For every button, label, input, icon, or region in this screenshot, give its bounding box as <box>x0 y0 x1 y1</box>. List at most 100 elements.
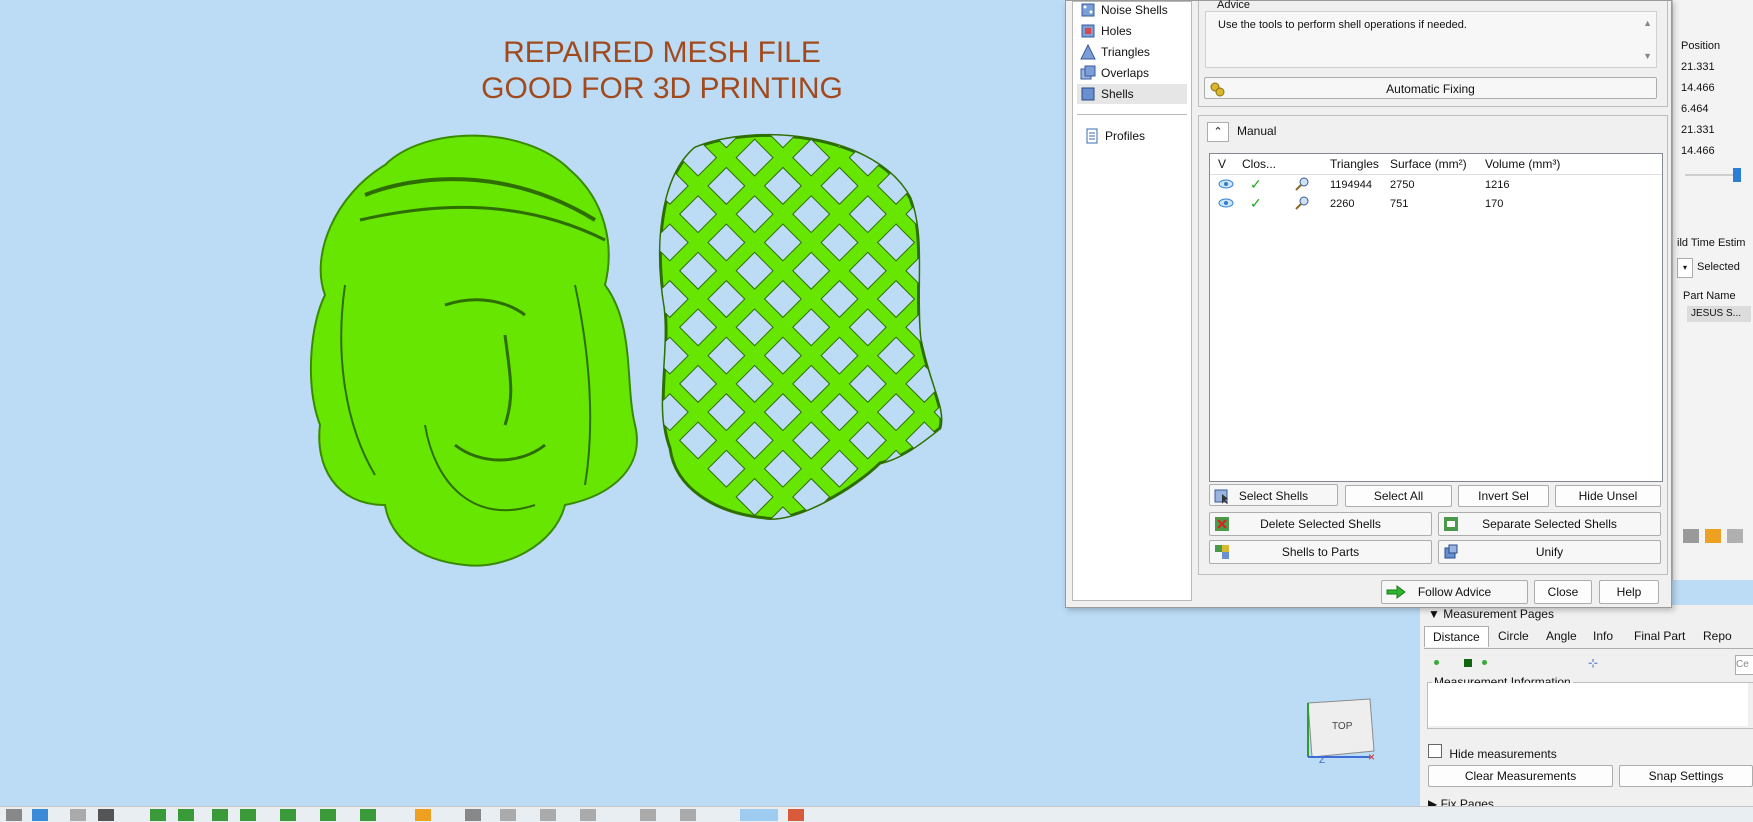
separate-selected-shells-button[interactable]: Separate Selected Shells <box>1438 512 1661 536</box>
tool-icon[interactable] <box>178 809 194 821</box>
nav-item-shells[interactable]: Shells <box>1077 84 1187 104</box>
position-value[interactable]: 21.331 <box>1681 61 1715 73</box>
axis-z-label: Z <box>1319 755 1326 766</box>
measurement-field[interactable]: Ce <box>1735 655 1753 675</box>
tool-icon[interactable] <box>70 809 86 821</box>
tool-icon[interactable] <box>212 809 228 821</box>
position-slider[interactable] <box>1685 174 1740 176</box>
tool-icon[interactable] <box>6 809 22 821</box>
volume-cell: 170 <box>1485 198 1504 210</box>
unify-button[interactable]: Unify <box>1438 540 1661 564</box>
nav-item-label: Noise Shells <box>1101 3 1168 17</box>
advice-text-box: Use the tools to perform shell operation… <box>1205 11 1657 68</box>
tab-angle[interactable]: Angle <box>1538 626 1585 646</box>
select-shells-icon <box>1214 489 1228 504</box>
point-icon[interactable] <box>1482 660 1487 665</box>
tab-distance[interactable]: Distance <box>1424 626 1489 647</box>
scroll-down-icon[interactable]: ▼ <box>1643 51 1652 61</box>
tool-icon[interactable] <box>150 809 166 821</box>
nav-item-label: Profiles <box>1105 129 1146 143</box>
viewport-title-line2: GOOD FOR 3D PRINTING <box>481 72 843 105</box>
delete-selected-shells-button[interactable]: Delete Selected Shells <box>1209 512 1432 536</box>
tab-info[interactable]: Info <box>1585 626 1621 646</box>
position-value[interactable]: 14.466 <box>1681 82 1715 94</box>
position-value[interactable]: 21.331 <box>1681 124 1715 136</box>
position-value[interactable]: 6.464 <box>1681 103 1709 115</box>
part-name-cell[interactable]: JESUS S... <box>1687 306 1751 322</box>
axis-icon[interactable]: ⊹ <box>1588 656 1598 670</box>
tool-icon[interactable] <box>240 809 256 821</box>
help-button[interactable]: Help <box>1599 580 1659 604</box>
chevron-up-icon: ⌃ <box>1213 126 1223 138</box>
slider-handle[interactable] <box>1733 168 1741 182</box>
measurement-info-area[interactable] <box>1428 683 1748 726</box>
close-button[interactable]: Close <box>1534 580 1592 604</box>
scroll-up-icon[interactable]: ▲ <box>1643 18 1652 28</box>
tool-icon[interactable] <box>280 809 296 821</box>
tool-icon[interactable] <box>540 809 556 821</box>
tool-icon[interactable] <box>640 809 656 821</box>
tool-icon[interactable] <box>32 809 48 821</box>
nav-item-noise-shells[interactable]: Noise Shells <box>1077 0 1187 20</box>
tool-icon[interactable] <box>1705 529 1721 543</box>
nav-item-holes[interactable]: Holes <box>1077 21 1187 41</box>
tab-report[interactable]: Repo <box>1695 626 1740 646</box>
measurement-tabs: Distance Circle Angle Info Final Part Re… <box>1424 626 1753 649</box>
point-icon[interactable] <box>1434 660 1439 665</box>
column-header[interactable]: Triangles <box>1330 157 1379 171</box>
tool-icon[interactable] <box>320 809 336 821</box>
nav-divider <box>1077 114 1187 115</box>
select-shells-button[interactable]: Select Shells <box>1209 484 1338 506</box>
invert-selection-button[interactable]: Invert Sel <box>1458 485 1549 507</box>
clear-measurements-button[interactable]: Clear Measurements <box>1428 765 1613 787</box>
build-time-label: ild Time Estim <box>1677 237 1746 249</box>
select-all-button[interactable]: Select All <box>1345 485 1452 507</box>
tool-icon[interactable] <box>415 809 431 821</box>
follow-advice-button[interactable]: Follow Advice <box>1381 580 1528 604</box>
position-value[interactable]: 14.466 <box>1681 145 1715 157</box>
tool-icon[interactable] <box>1683 529 1699 543</box>
nav-item-triangles[interactable]: Triangles <box>1077 42 1187 62</box>
nav-item-profiles[interactable]: Profiles <box>1081 126 1191 146</box>
table-row[interactable]: ✓ 2260 751 170 <box>1210 195 1659 214</box>
manual-title: Manual <box>1237 124 1277 138</box>
column-header[interactable]: Volume (mm³) <box>1485 157 1560 171</box>
hide-measurements-checkbox[interactable]: Hide measurements <box>1428 744 1557 761</box>
nav-item-overlaps[interactable]: Overlaps <box>1077 63 1187 83</box>
tool-icon[interactable] <box>740 809 778 821</box>
tab-circle[interactable]: Circle <box>1490 626 1537 646</box>
lattice-mesh-model[interactable] <box>655 128 950 528</box>
tool-icon[interactable] <box>98 809 114 821</box>
tool-icon[interactable] <box>500 809 516 821</box>
tool-icon[interactable] <box>788 809 804 821</box>
column-header[interactable]: Clos... <box>1242 157 1276 171</box>
advice-group: Advice Use the tools to perform shell op… <box>1198 0 1668 107</box>
eye-icon[interactable] <box>1218 197 1234 212</box>
magnifier-icon[interactable] <box>1294 177 1310 194</box>
hide-unselected-button[interactable]: Hide Unsel <box>1555 485 1661 507</box>
automatic-fixing-button[interactable]: Automatic Fixing <box>1204 77 1657 99</box>
tab-final-part[interactable]: Final Part <box>1626 626 1693 646</box>
magnifier-icon[interactable] <box>1294 196 1310 213</box>
column-header[interactable]: V <box>1218 157 1226 171</box>
table-row[interactable]: ✓ 1194944 2750 1216 <box>1210 176 1659 195</box>
snap-settings-button[interactable]: Snap Settings <box>1619 765 1753 787</box>
navigation-cube[interactable]: × TOP Z <box>1300 695 1378 766</box>
tool-icon[interactable] <box>360 809 376 821</box>
unify-label: Unify <box>1535 545 1564 559</box>
tool-icon[interactable] <box>1727 529 1743 543</box>
plane-icon[interactable] <box>1464 659 1472 667</box>
tool-icon[interactable] <box>580 809 596 821</box>
head-mesh-model[interactable] <box>305 125 645 570</box>
measurement-title[interactable]: ▼ Measurement Pages <box>1428 607 1554 621</box>
measurement-pages-panel: ▼ Measurement Pages Distance Circle Angl… <box>1420 605 1753 821</box>
column-header[interactable]: Surface (mm²) <box>1390 157 1467 171</box>
shells-to-parts-button[interactable]: Shells to Parts <box>1209 540 1432 564</box>
tool-icon[interactable] <box>680 809 696 821</box>
table-header: V Clos... Triangles Surface (mm²) Volume… <box>1210 154 1662 175</box>
tool-icon[interactable] <box>465 809 481 821</box>
chevron-down-icon[interactable]: ▾ <box>1677 258 1693 278</box>
bottom-toolbar <box>0 806 1753 822</box>
collapse-manual-button[interactable]: ⌃ <box>1207 122 1229 142</box>
eye-icon[interactable] <box>1218 178 1234 193</box>
